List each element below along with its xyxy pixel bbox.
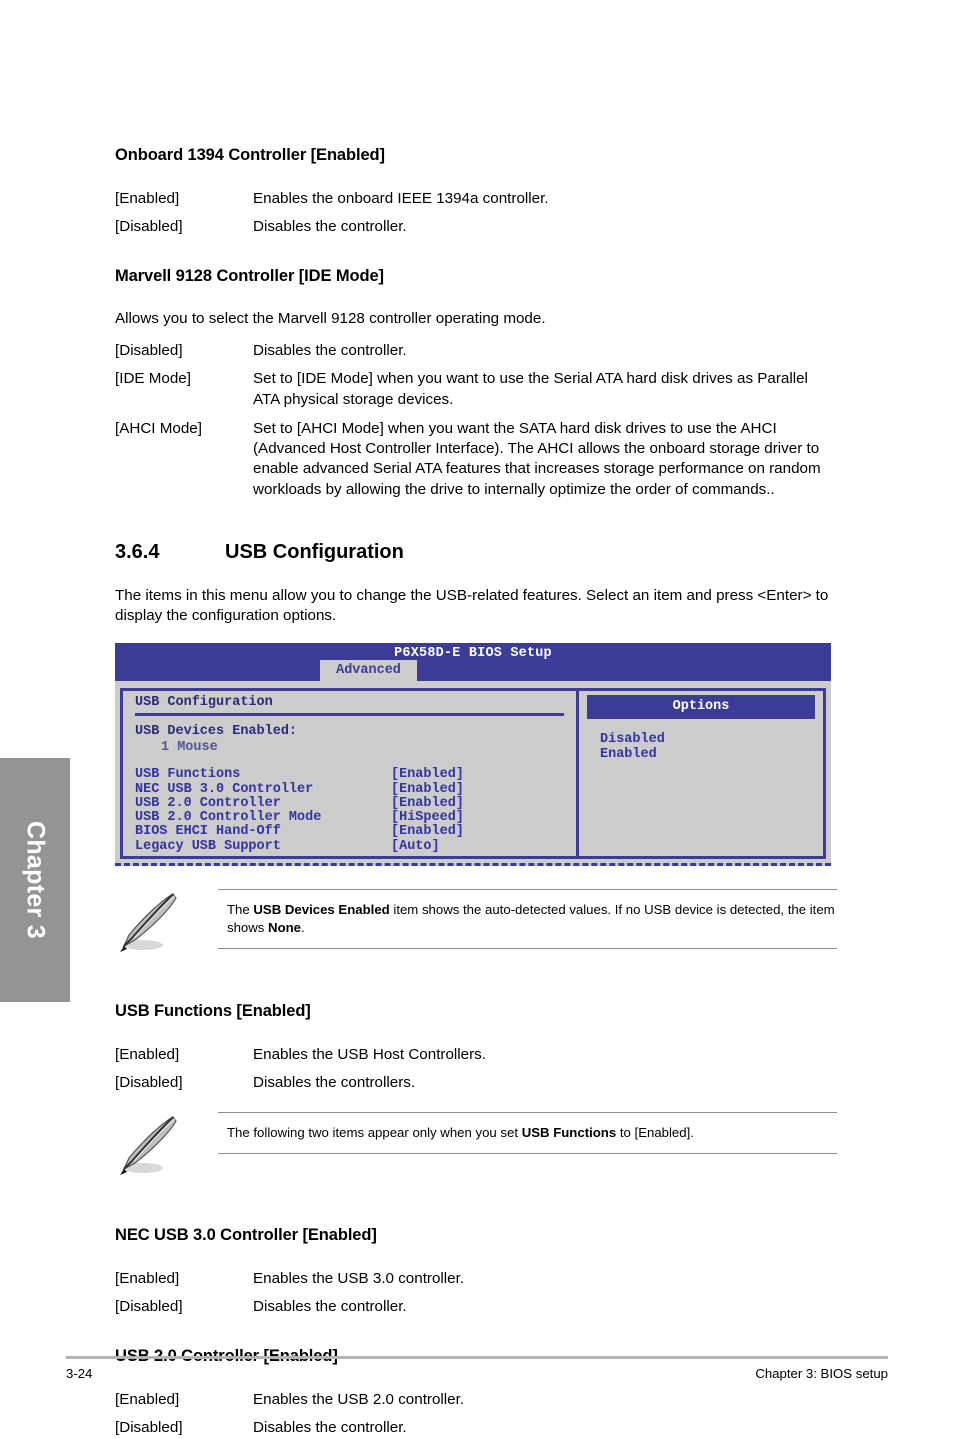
bios-item-bios-ehci-hand-off[interactable]: BIOS EHCI Hand-Off [Enabled] (135, 824, 576, 840)
def-term: [Disabled] (115, 218, 183, 236)
section-title: USB Configuration (225, 540, 404, 563)
bios-device-item: 1 Mouse (161, 740, 218, 756)
heading-marvell-9128-controller: Marvell 9128 Controller [IDE Mode] (115, 267, 384, 286)
def-term: [AHCI Mode] (115, 419, 202, 437)
footer-page-number: 3-24 (66, 1366, 93, 1381)
page-content: Onboard 1394 Controller [Enabled] [Enabl… (115, 0, 837, 1439)
def-desc: Enables the USB 2.0 controller. (253, 1391, 465, 1409)
def-desc: Disables the controllers. (253, 1074, 416, 1092)
bios-item-label: BIOS EHCI Hand-Off (135, 824, 281, 840)
note-text-part: The following two items appear only when… (227, 1125, 522, 1141)
def-term: [Enabled] (115, 1270, 180, 1288)
chapter-side-tab-label: Chapter 3 (21, 820, 50, 940)
def-term: [Enabled] (115, 1391, 180, 1409)
bios-devices-label: USB Devices Enabled: (135, 724, 298, 740)
bios-item-value: [Auto] (391, 838, 440, 854)
note-text: The following two items appear only when… (218, 1124, 837, 1142)
note-text-part-bold: USB Functions (521, 1125, 617, 1141)
def-row: [IDE Mode] Set to [IDE Mode] when you wa… (115, 369, 837, 409)
def-term: [Enabled] (115, 1045, 180, 1063)
bios-body: USB Configuration USB Devices Enabled: 1… (115, 681, 831, 863)
section-number: 3.6.4 (115, 540, 160, 563)
def-desc: Enables the USB Host Controllers. (253, 1045, 486, 1063)
def-row: [Enabled] Enables the USB 2.0 controller… (115, 1390, 837, 1410)
bios-item-usb-20-controller-mode[interactable]: USB 2.0 Controller Mode [HiSpeed] (135, 810, 576, 826)
bios-options-header: Options (587, 695, 815, 720)
note-body: The following two items appear only when… (218, 1112, 837, 1155)
heading-nec-usb-30-controller: NEC USB 3.0 Controller [Enabled] (115, 1226, 377, 1245)
bios-item-label: USB 2.0 Controller (135, 795, 281, 811)
def-row: [Disabled] Disables the controller. (115, 217, 837, 237)
bios-panel-heading: USB Configuration (135, 695, 564, 717)
section-3-6-4: 3.6.4 USB Configuration (115, 541, 837, 564)
def-desc: Disables the controller. (253, 342, 407, 360)
bios-screenshot: P6X58D-E BIOS Setup Advanced USB Configu… (115, 643, 831, 866)
def-row: [AHCI Mode] Set to [AHCI Mode] when you … (115, 419, 837, 500)
def-row: [Enabled] Enables the USB 3.0 controller… (115, 1269, 837, 1289)
note-text-part: The (227, 902, 254, 917)
def-row: [Disabled] Disables the controller. (115, 1418, 837, 1438)
bios-option-enabled[interactable]: Enabled (600, 747, 815, 763)
def-row: [Enabled] Enables the onboard IEEE 1394a… (115, 189, 837, 209)
def-term: [Disabled] (115, 342, 183, 360)
pencil-note-icon (115, 1112, 218, 1181)
note-text-part-bold: USB Devices Enabled (253, 902, 390, 917)
note-text-part-bold: None (268, 919, 302, 935)
def-desc: Disables the controller. (253, 1298, 407, 1316)
def-desc: Disables the controller. (253, 1419, 407, 1437)
def-term: [Disabled] (115, 1074, 183, 1092)
bios-main-panel: USB Configuration USB Devices Enabled: 1… (120, 688, 576, 859)
note-body: The USB Devices Enabled item shows the a… (218, 889, 837, 949)
footer-divider (66, 1356, 888, 1359)
def-row: [Disabled] Disables the controller. (115, 1297, 837, 1317)
def-desc: Set to [IDE Mode] when you want to use t… (253, 370, 808, 408)
def-term: [Disabled] (115, 1419, 183, 1437)
def-term: [IDE Mode] (115, 370, 191, 388)
def-row: [Disabled] Disables the controllers. (115, 1073, 837, 1093)
bios-item-label: NEC USB 3.0 Controller (135, 781, 314, 797)
def-desc: Set to [AHCI Mode] when you want the SAT… (253, 419, 821, 498)
usb-configuration-intro: The items in this menu allow you to chan… (115, 586, 829, 624)
marvell-intro-text: Allows you to select the Marvell 9128 co… (115, 310, 546, 328)
page-footer: 3-24 Chapter 3: BIOS setup (66, 1366, 888, 1381)
bios-item-value: [HiSpeed] (391, 810, 464, 826)
bios-item-nec-usb-30-controller[interactable]: NEC USB 3.0 Controller [Enabled] (135, 781, 576, 797)
bios-item-value: [Enabled] (391, 767, 464, 783)
bios-item-value: [Enabled] (391, 781, 464, 797)
def-desc: Disables the controller. (253, 218, 407, 236)
bios-option-disabled[interactable]: Disabled (600, 732, 815, 748)
def-term: [Disabled] (115, 1298, 183, 1316)
bios-item-label: USB Functions (135, 767, 241, 783)
heading-usb-functions: USB Functions [Enabled] (115, 1002, 311, 1020)
bios-options-panel: Options Disabled Enabled (576, 688, 826, 859)
note-text: The USB Devices Enabled item shows the a… (218, 901, 837, 937)
def-desc: Enables the onboard IEEE 1394a controlle… (253, 189, 549, 207)
bios-title: P6X58D-E BIOS Setup (394, 646, 552, 662)
heading-onboard-1394-controller: Onboard 1394 Controller [Enabled] (115, 146, 385, 164)
bios-item-value: [Enabled] (391, 824, 464, 840)
bios-item-usb-functions[interactable]: USB Functions [Enabled] (135, 767, 576, 783)
def-term: [Enabled] (115, 189, 180, 207)
def-row: [Enabled] Enables the USB Host Controlle… (115, 1045, 837, 1065)
bios-options-list: Disabled Enabled (587, 732, 815, 763)
chapter-side-tab: Chapter 3 (0, 758, 70, 1002)
bios-title-bar: P6X58D-E BIOS Setup Advanced (115, 643, 831, 682)
def-row: [Disabled] Disables the controller. (115, 341, 837, 361)
bios-item-value: [Enabled] (391, 795, 464, 811)
bios-item-list: USB Functions [Enabled] NEC USB 3.0 Cont… (135, 767, 576, 854)
def-desc: Enables the USB 3.0 controller. (253, 1270, 465, 1288)
note-callout: The USB Devices Enabled item shows the a… (115, 889, 837, 958)
note-callout: The following two items appear only when… (115, 1112, 837, 1181)
footer-chapter-label: Chapter 3: BIOS setup (755, 1366, 888, 1381)
bios-item-legacy-usb-support[interactable]: Legacy USB Support [Auto] (135, 838, 576, 854)
bios-item-label: USB 2.0 Controller Mode (135, 810, 322, 826)
note-text-part: . (301, 919, 305, 935)
bios-item-label: Legacy USB Support (135, 838, 281, 854)
bios-item-usb-20-controller[interactable]: USB 2.0 Controller [Enabled] (135, 795, 576, 811)
pencil-note-icon (115, 889, 218, 958)
bios-tab-advanced[interactable]: Advanced (320, 660, 417, 682)
note-text-part: to [Enabled]. (616, 1125, 694, 1141)
